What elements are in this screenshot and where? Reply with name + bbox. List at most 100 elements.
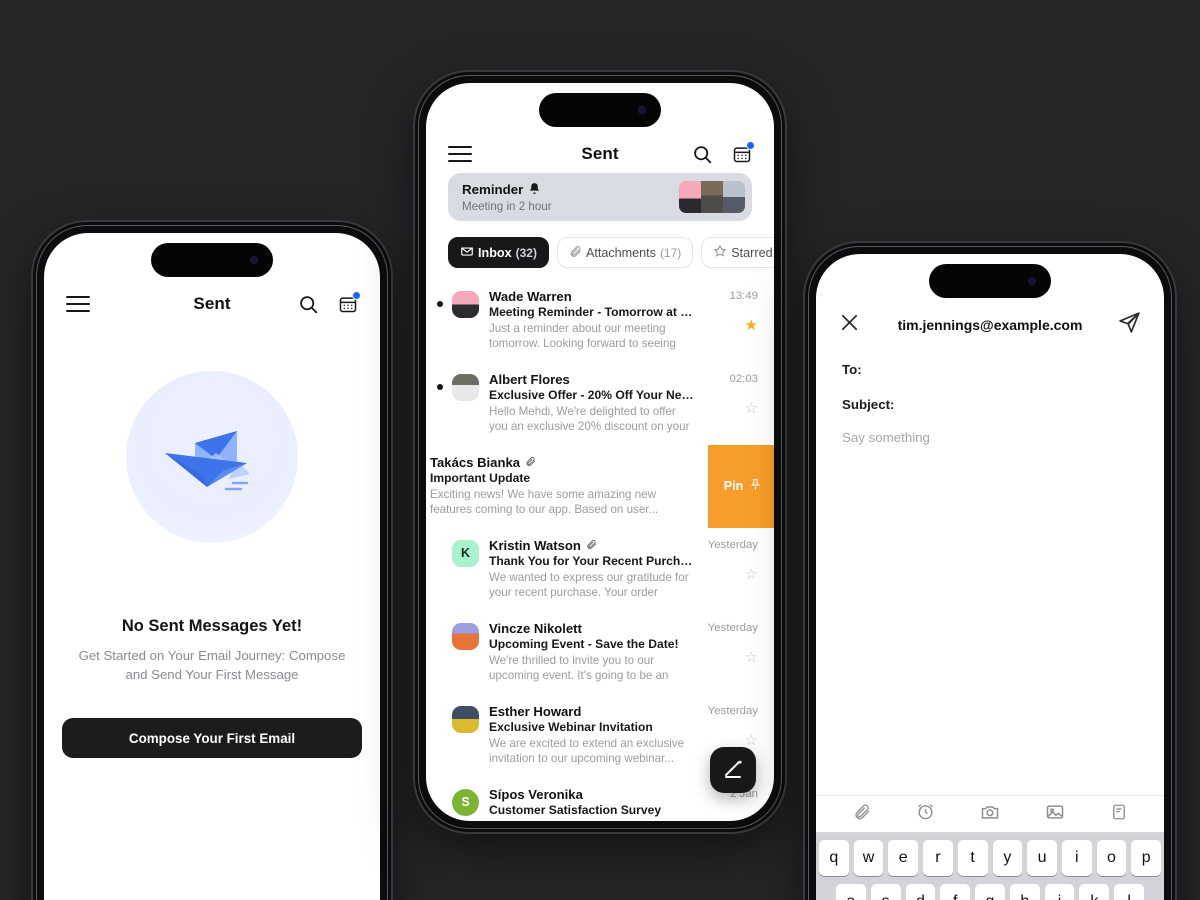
keyboard-row-1[interactable]: q w e r t y u i o p <box>818 840 1162 876</box>
key-f[interactable]: f <box>940 884 971 900</box>
right-screen: tim.jennings@example.com To: Subject: Sa… <box>816 254 1164 900</box>
dynamic-island <box>151 243 273 277</box>
key-k[interactable]: k <box>1079 884 1110 900</box>
avatar <box>723 181 745 213</box>
email-list-item-swiped[interactable]: Takács Bianka Important Update Exciting … <box>426 445 774 528</box>
compose-first-email-button[interactable]: Compose Your First Email <box>62 718 362 759</box>
paperclip-icon <box>586 538 597 553</box>
chip-count: (17) <box>659 245 682 260</box>
subject-field-label[interactable]: Subject: <box>842 387 1138 422</box>
email-list-item[interactable]: Albert Flores Exclusive Offer - 20% Off … <box>426 362 774 445</box>
chip-count: (32) <box>515 245 537 260</box>
hamburger-menu-icon[interactable] <box>448 146 472 162</box>
compose-fab-button[interactable] <box>710 747 756 793</box>
key-t[interactable]: t <box>957 840 988 876</box>
key-o[interactable]: o <box>1096 840 1127 876</box>
reminder-card[interactable]: Reminder Meeting in 2 hour <box>448 173 752 221</box>
star-icon[interactable]: ☆ <box>745 401 758 416</box>
calendar-icon[interactable] <box>338 291 361 314</box>
email-list-item[interactable]: Vincze Nikolett Upcoming Event - Save th… <box>426 611 774 694</box>
key-p[interactable]: p <box>1131 840 1162 876</box>
keyboard-row-2[interactable]: a s d f g h j k l <box>819 884 1161 900</box>
avatar <box>452 291 479 318</box>
email-subject: Exclusive Offer - 20% Off Your Next Purc… <box>489 388 694 402</box>
email-preview: We're thrilled to invite you to our upco… <box>489 653 669 683</box>
star-icon[interactable]: ★ <box>745 318 758 333</box>
pin-swipe-action[interactable]: Pin <box>708 445 774 528</box>
photo-icon[interactable] <box>1045 802 1065 827</box>
center-screen: Sent Reminder Meeting in 2 hour Inbox (3… <box>426 83 774 821</box>
calendar-icon[interactable] <box>732 141 755 164</box>
email-sender: Albert Flores <box>489 372 570 387</box>
email-list[interactable]: Wade Warren Meeting Reminder - Tomorrow … <box>426 279 774 821</box>
email-preview: We wanted to express our gratitude for y… <box>489 570 689 600</box>
email-sender: Sípos Veronika <box>489 786 583 802</box>
key-g[interactable]: g <box>975 884 1005 900</box>
search-icon[interactable] <box>692 144 713 165</box>
paperclip-icon <box>525 455 536 470</box>
email-subject: Thank You for Your Recent Purchase <box>489 553 694 568</box>
email-subject: Upcoming Event - Save the Date! <box>489 636 679 651</box>
left-screen: Sent No Sent Messages Yet! Get Started o… <box>44 233 380 900</box>
compose-toolbar[interactable] <box>816 795 1164 833</box>
hamburger-menu-icon[interactable] <box>66 296 90 312</box>
email-sender: Kristin Watson <box>489 537 581 553</box>
key-d[interactable]: d <box>905 884 936 900</box>
dynamic-island <box>929 264 1051 298</box>
star-icon[interactable]: ☆ <box>745 567 758 582</box>
star-icon[interactable]: ☆ <box>745 650 758 665</box>
avatar <box>452 622 479 650</box>
filter-chip-row[interactable]: Inbox (32) Attachments (17) Starred (3) <box>426 221 774 279</box>
key-a[interactable]: a <box>835 884 866 900</box>
email-preview: Just a reminder about our meeting tomorr… <box>489 322 676 351</box>
key-q[interactable]: q <box>818 840 849 876</box>
email-preview: We are excited to extend an exclusive in… <box>489 736 685 766</box>
email-subject: Exclusive Webinar Invitation <box>489 719 653 734</box>
dynamic-island <box>539 93 661 127</box>
clock-icon[interactable] <box>916 802 935 826</box>
key-y[interactable]: y <box>992 840 1023 876</box>
key-e[interactable]: e <box>888 840 919 876</box>
chip-attachments[interactable]: Attachments (17) <box>556 237 694 268</box>
paperclip-icon[interactable] <box>853 803 871 826</box>
avatar <box>679 181 701 213</box>
email-preview: we strive to provide the best possible e… <box>489 819 694 821</box>
key-j[interactable]: j <box>1044 884 1075 900</box>
body-placeholder[interactable]: Say something <box>842 422 1138 453</box>
email-list-item[interactable]: K Kristin Watson Thank You for Your Rece… <box>426 528 774 611</box>
on-screen-keyboard[interactable]: q w e r t y u i o p a s d f g h <box>816 833 1164 900</box>
email-subject: Meeting Reminder - Tomorrow at 10 AM <box>489 305 694 319</box>
inbox-icon <box>460 244 474 261</box>
email-list-item[interactable]: Wade Warren Meeting Reminder - Tomorrow … <box>426 279 774 362</box>
email-time: Yesterday <box>707 704 758 717</box>
key-i[interactable]: i <box>1061 840 1092 876</box>
key-s[interactable]: s <box>870 884 901 900</box>
unread-dot <box>437 384 443 390</box>
email-time: 02:03 <box>729 373 758 385</box>
phone-center-inbox: Sent Reminder Meeting in 2 hour Inbox (3… <box>415 72 785 832</box>
key-l[interactable]: l <box>1114 884 1145 900</box>
email-subject: Important Update <box>430 471 531 485</box>
email-time: Yesterday <box>707 538 758 551</box>
key-u[interactable]: u <box>1027 840 1057 876</box>
to-field-label[interactable]: To: <box>842 352 1138 387</box>
avatar <box>452 705 479 733</box>
camera-icon[interactable] <box>980 802 1000 827</box>
pushpin-icon <box>749 478 762 494</box>
phone-right-compose: tim.jennings@example.com To: Subject: Sa… <box>805 243 1175 900</box>
calendar-badge-dot <box>352 291 361 300</box>
chip-label: Attachments <box>585 245 656 260</box>
screenshot-stage: Sent No Sent Messages Yet! Get Started o… <box>0 0 1200 900</box>
chip-label: Inbox <box>478 245 512 260</box>
empty-state: No Sent Messages Yet! Get Started on You… <box>44 319 380 759</box>
chip-starred[interactable]: Starred (3) <box>701 237 774 268</box>
search-icon[interactable] <box>298 294 319 315</box>
phone-left-empty-state: Sent No Sent Messages Yet! Get Started o… <box>33 222 391 900</box>
key-h[interactable]: h <box>1009 884 1040 900</box>
key-r[interactable]: r <box>923 840 953 876</box>
document-icon[interactable] <box>1110 803 1128 826</box>
key-w[interactable]: w <box>853 840 884 876</box>
star-icon[interactable]: ☆ <box>745 733 758 748</box>
empty-state-description: Get Started on Your Email Journey: Compo… <box>78 648 346 682</box>
chip-inbox[interactable]: Inbox (32) <box>448 237 549 268</box>
